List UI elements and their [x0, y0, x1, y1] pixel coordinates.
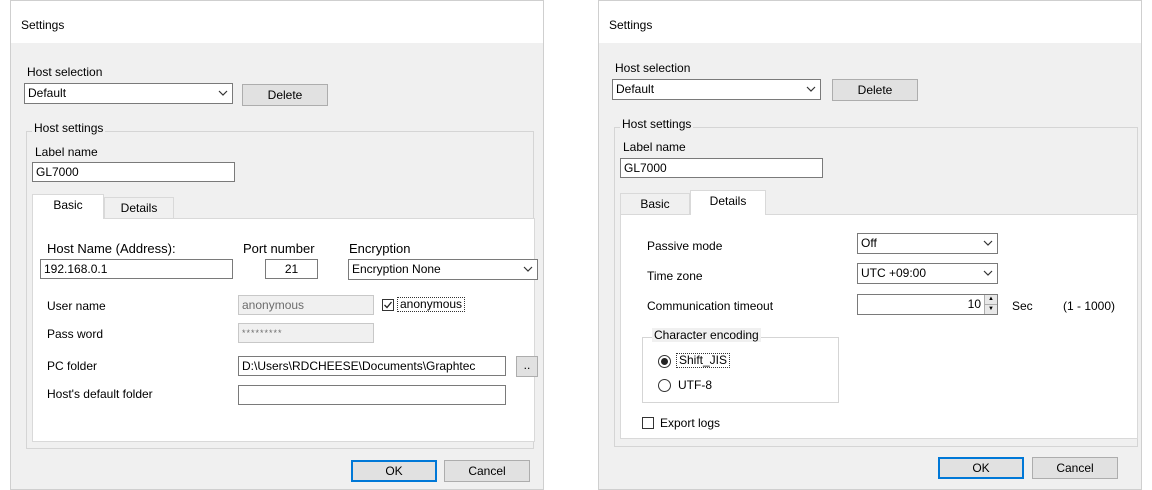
time-zone-value: UTC +09:00: [861, 266, 927, 280]
user-name-label: User name: [47, 299, 106, 313]
port-number-input[interactable]: 21: [265, 259, 318, 279]
time-zone-label: Time zone: [647, 269, 703, 283]
tab-basic[interactable]: Basic: [32, 194, 104, 219]
host-selection-dropdown[interactable]: Default: [612, 79, 821, 100]
spin-arrows-icon[interactable]: ▲ ▼: [984, 295, 997, 314]
host-selection-label: Host selection: [615, 61, 691, 75]
timeout-value: 10: [967, 297, 981, 311]
shift-jis-label[interactable]: Shift_JIS: [676, 353, 731, 368]
browse-button[interactable]: ..: [516, 356, 538, 377]
chevron-down-icon: [983, 240, 993, 246]
default-folder-label: Host's default folder: [47, 387, 153, 401]
passive-mode-label: Passive mode: [647, 239, 723, 253]
delete-button[interactable]: Delete: [832, 79, 918, 101]
passive-mode-value: Off: [861, 236, 877, 250]
pc-folder-input[interactable]: D:\Users\RDCHEESE\Documents\Graphtec: [238, 356, 506, 376]
encryption-value: Encryption None: [352, 262, 441, 276]
window-title: Settings: [609, 18, 653, 32]
cancel-button[interactable]: Cancel: [1032, 457, 1118, 479]
settings-dialog-basic: Settings Host selection Default Delete H…: [10, 0, 544, 490]
settings-dialog-details: Settings Host selection Default Delete H…: [598, 0, 1142, 490]
encryption-dropdown[interactable]: Encryption None: [348, 259, 538, 280]
character-encoding-caption: Character encoding: [652, 328, 761, 342]
anonymous-checkbox[interactable]: [382, 299, 394, 311]
utf8-radio[interactable]: [658, 379, 671, 392]
utf8-label[interactable]: UTF-8: [678, 378, 712, 392]
title-bar: Settings: [11, 1, 543, 43]
label-name-input[interactable]: GL7000: [620, 158, 823, 178]
tab-details[interactable]: Details: [104, 197, 174, 219]
password-input[interactable]: *********: [238, 323, 374, 343]
default-folder-input[interactable]: [238, 385, 506, 405]
character-encoding-group: [642, 337, 839, 403]
label-name-label: Label name: [35, 145, 98, 159]
chevron-down-icon: [806, 86, 816, 92]
cancel-button[interactable]: Cancel: [444, 460, 530, 482]
timeout-unit: Sec: [1012, 299, 1033, 313]
timeout-spinbox[interactable]: 10: [857, 294, 998, 315]
checkmark-icon: [384, 301, 393, 309]
chevron-down-icon: [983, 270, 993, 276]
window-title: Settings: [21, 18, 65, 32]
label-name-input[interactable]: GL7000: [32, 162, 235, 182]
communication-timeout-label: Communication timeout: [647, 299, 774, 313]
shift-jis-radio[interactable]: [658, 355, 671, 368]
ok-button[interactable]: OK: [351, 460, 437, 482]
pc-folder-label: PC folder: [47, 359, 98, 373]
tab-basic[interactable]: Basic: [620, 193, 690, 215]
encryption-label: Encryption: [349, 241, 411, 256]
chevron-down-icon: [523, 266, 533, 272]
label-name-label: Label name: [623, 140, 686, 154]
spin-down-icon[interactable]: ▼: [985, 305, 997, 314]
anonymous-label[interactable]: anonymous: [397, 297, 466, 312]
password-label: Pass word: [47, 327, 104, 341]
host-selection-value: Default: [616, 82, 655, 96]
host-settings-caption: Host settings: [620, 117, 694, 131]
export-logs-label[interactable]: Export logs: [660, 416, 720, 430]
host-selection-label: Host selection: [27, 65, 103, 79]
title-bar: Settings: [599, 1, 1141, 43]
host-selection-dropdown[interactable]: Default: [24, 83, 233, 104]
host-settings-caption: Host settings: [32, 121, 106, 135]
host-name-label: Host Name (Address):: [47, 241, 176, 256]
tab-details[interactable]: Details: [690, 190, 766, 215]
time-zone-dropdown[interactable]: UTC +09:00: [857, 263, 998, 284]
ok-button[interactable]: OK: [938, 457, 1024, 479]
user-name-input[interactable]: anonymous: [238, 295, 374, 315]
port-number-label: Port number: [243, 241, 315, 256]
export-logs-checkbox[interactable]: [642, 417, 654, 429]
delete-button[interactable]: Delete: [242, 84, 328, 106]
passive-mode-dropdown[interactable]: Off: [857, 233, 998, 254]
timeout-range: (1 - 1000): [1063, 299, 1116, 313]
host-selection-value: Default: [28, 86, 67, 100]
host-name-input[interactable]: 192.168.0.1: [40, 259, 233, 279]
chevron-down-icon: [218, 90, 228, 96]
spin-up-icon[interactable]: ▲: [985, 295, 997, 305]
